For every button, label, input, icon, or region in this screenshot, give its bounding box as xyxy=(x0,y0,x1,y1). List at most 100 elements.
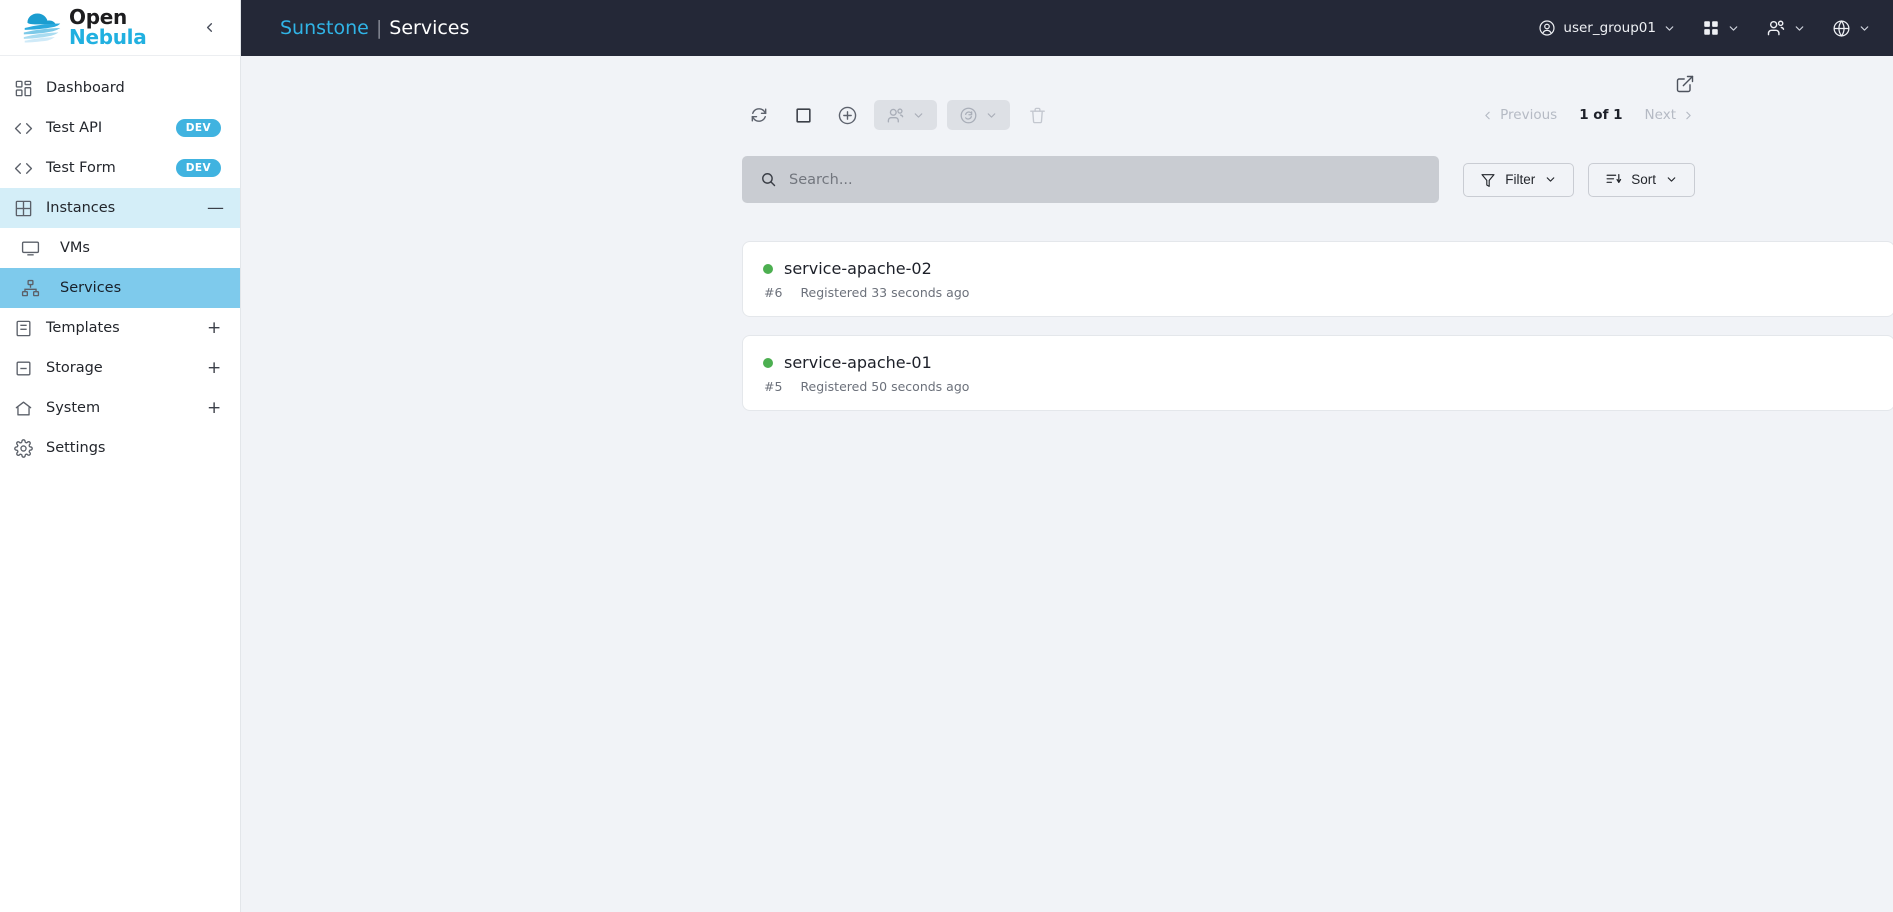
delete-button[interactable] xyxy=(1020,98,1054,132)
dev-badge: DEV xyxy=(175,119,221,137)
sidebar-item-label: Storage xyxy=(46,360,103,376)
expand-indicator[interactable]: + xyxy=(207,399,221,417)
sidebar-item-test-form[interactable]: Test Form DEV xyxy=(0,148,240,188)
gear-icon xyxy=(0,438,46,458)
sidebar-collapse-button[interactable] xyxy=(196,15,222,41)
chevron-down-icon xyxy=(987,112,996,118)
main-area: Sunstone | Services user_group01 Previou… xyxy=(241,0,1893,912)
globe-icon xyxy=(1833,19,1850,37)
previous-label: Previous xyxy=(1500,107,1558,123)
expand-indicator[interactable]: + xyxy=(207,319,221,337)
grid-icon xyxy=(0,199,46,218)
chevron-down-icon xyxy=(1795,25,1804,31)
action-toolbar xyxy=(280,98,1054,132)
sidebar-item-label: Test API xyxy=(46,120,103,136)
next-page-button[interactable]: Next xyxy=(1645,107,1695,123)
sidebar-item-templates[interactable]: Templates + xyxy=(0,308,240,348)
sidebar-item-label: Templates xyxy=(46,320,120,336)
pagination: Previous 1 of 1 Next xyxy=(1481,107,1854,123)
sidebar-nav: Dashboard Test API DEV Test Form DEV Ins… xyxy=(0,56,240,912)
user-group-selector[interactable]: user_group01 xyxy=(1538,19,1676,37)
filter-sort-group: Filter Sort xyxy=(1463,162,1854,197)
code-icon xyxy=(0,159,46,178)
sidebar-item-test-api[interactable]: Test API DEV xyxy=(0,108,240,148)
search-row: Search... Filter Sort xyxy=(280,156,1854,203)
chevron-down-icon xyxy=(914,112,923,118)
dev-badge: DEV xyxy=(175,159,221,177)
search-placeholder: Search... xyxy=(789,171,853,188)
sidebar: Open Nebula Dashboard Test API DEV Test … xyxy=(0,0,241,912)
change-state-dropdown[interactable] xyxy=(947,100,1010,130)
search-input[interactable]: Search... xyxy=(742,156,1439,203)
status-dot-icon xyxy=(763,357,773,368)
service-registered: Registered 50 seconds ago xyxy=(800,379,970,394)
breadcrumb-separator: | xyxy=(375,17,383,39)
sidebar-item-settings[interactable]: Settings xyxy=(0,428,240,468)
create-service-button[interactable] xyxy=(830,98,864,132)
service-name: service-apache-02 xyxy=(784,259,932,278)
collapse-indicator[interactable]: — xyxy=(207,199,224,217)
apps-grid-icon xyxy=(1704,21,1718,35)
brand-name: Sunstone xyxy=(280,17,369,39)
sidebar-item-label: Dashboard xyxy=(46,80,125,96)
open-in-new-window-button[interactable] xyxy=(1675,74,1695,94)
chevron-down-icon xyxy=(1860,25,1869,31)
sidebar-item-vms[interactable]: VMs xyxy=(0,228,240,268)
select-all-checkbox[interactable] xyxy=(786,98,820,132)
chevron-down-icon xyxy=(1729,25,1738,31)
sidebar-item-instances[interactable]: Instances — xyxy=(0,188,240,228)
breadcrumb: Sunstone | Services xyxy=(280,17,469,39)
sidebar-header: Open Nebula xyxy=(0,0,240,56)
sidebar-item-dashboard[interactable]: Dashboard xyxy=(0,68,240,108)
user-circle-icon xyxy=(1539,20,1555,36)
service-card-meta: #5 Registered 50 seconds ago xyxy=(763,379,1874,394)
storage-icon xyxy=(0,359,46,378)
toolbar-row: Previous 1 of 1 Next xyxy=(280,98,1854,132)
filter-icon xyxy=(1481,173,1495,187)
expand-indicator[interactable]: + xyxy=(207,359,221,377)
service-card-title: service-apache-01 xyxy=(763,353,1874,372)
service-card[interactable]: service-apache-02 #6 Registered 33 secon… xyxy=(742,241,1893,317)
opennebula-logo[interactable]: Open Nebula xyxy=(22,7,147,49)
users-icon xyxy=(1767,20,1785,36)
top-header: Sunstone | Services user_group01 xyxy=(241,0,1893,56)
page-count: 1 of 1 xyxy=(1579,107,1623,123)
chevron-down-icon xyxy=(1546,177,1555,182)
sidebar-item-label: VMs xyxy=(60,240,90,256)
apps-menu-button[interactable] xyxy=(1702,19,1740,37)
filter-button[interactable]: Filter xyxy=(1463,162,1575,197)
service-card-title: service-apache-02 xyxy=(763,259,1874,278)
sidebar-item-services[interactable]: Services xyxy=(0,268,240,308)
change-ownership-dropdown[interactable] xyxy=(874,100,937,130)
sort-label: Sort xyxy=(1631,172,1656,187)
service-card[interactable]: service-apache-01 #5 Registered 50 secon… xyxy=(742,335,1893,411)
app-root: Open Nebula Dashboard Test API DEV Test … xyxy=(0,0,1893,912)
status-dot-icon xyxy=(763,263,773,274)
sidebar-item-system[interactable]: System + xyxy=(0,388,240,428)
logo-wordmark: Open Nebula xyxy=(69,7,147,49)
code-icon xyxy=(0,119,46,138)
page-title: Services xyxy=(389,17,470,39)
service-name: service-apache-01 xyxy=(784,353,932,372)
logo-nebula-text: Nebula xyxy=(69,24,147,49)
refresh-icon xyxy=(751,108,767,122)
sidebar-item-storage[interactable]: Storage + xyxy=(0,348,240,388)
monitor-icon xyxy=(0,239,60,258)
language-selector[interactable] xyxy=(1832,19,1871,38)
sort-button[interactable]: Sort xyxy=(1588,162,1695,197)
trash-icon xyxy=(1029,107,1045,123)
user-group-label: user_group01 xyxy=(1563,20,1656,36)
sort-descending-icon xyxy=(1606,173,1622,183)
popout-row xyxy=(280,56,1854,94)
users-icon xyxy=(887,107,904,123)
next-label: Next xyxy=(1644,107,1676,123)
group-menu-button[interactable] xyxy=(1766,18,1806,38)
refresh-button[interactable] xyxy=(742,98,776,132)
header-controls: user_group01 xyxy=(1538,18,1871,38)
sidebar-item-label: Services xyxy=(60,280,122,296)
previous-page-button[interactable]: Previous xyxy=(1481,107,1557,123)
home-icon xyxy=(0,399,46,418)
chevron-down-icon xyxy=(1667,177,1676,182)
external-link-icon xyxy=(1676,75,1694,93)
chevron-left-icon xyxy=(206,23,212,32)
